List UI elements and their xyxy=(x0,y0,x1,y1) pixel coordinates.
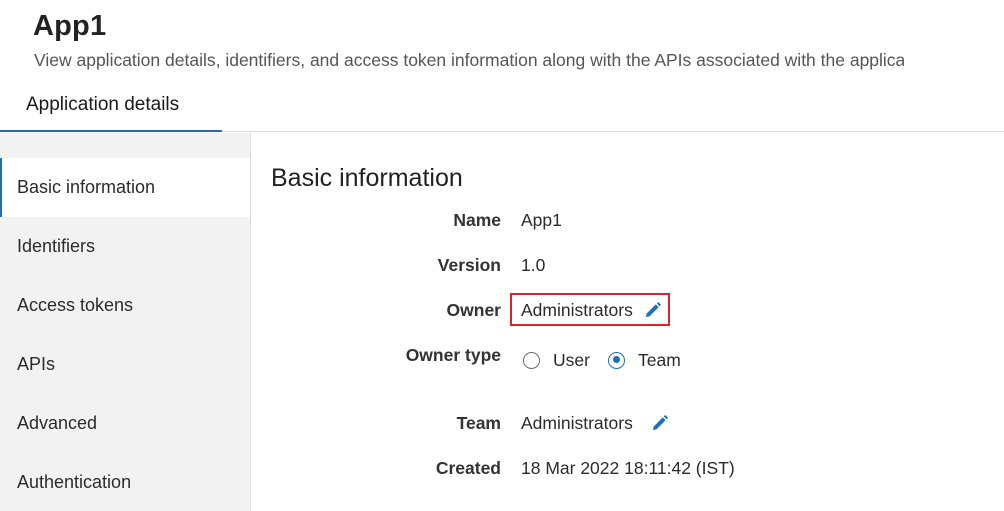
sidebar: Basic information Identifiers Access tok… xyxy=(0,133,251,511)
version-label: Version xyxy=(437,255,501,275)
team-label: Team xyxy=(456,413,501,433)
created-value: 18 Mar 2022 18:11:42 (IST) xyxy=(521,458,735,478)
section-title: Basic information xyxy=(271,164,463,192)
user-radio[interactable] xyxy=(523,351,540,369)
pencil-edit-icon[interactable] xyxy=(651,414,669,432)
owner-type-team-option[interactable]: Team xyxy=(608,345,681,375)
sidebar-item-advanced[interactable]: Advanced xyxy=(0,394,250,453)
sidebar-item-identifiers[interactable]: Identifiers xyxy=(0,217,250,276)
owner-type-label: Owner type xyxy=(405,345,501,365)
created-label: Created xyxy=(435,458,501,478)
created-row: Created 18 Mar 2022 18:11:42 (IST) xyxy=(300,453,1000,483)
owner-type-user-option[interactable]: User xyxy=(523,345,590,375)
sidebar-item-authentication[interactable]: Authentication xyxy=(0,453,250,511)
team-value: Administrators xyxy=(521,413,633,433)
owner-value: Administrators xyxy=(521,300,633,320)
name-row: Name App1 xyxy=(300,205,1000,235)
owner-label: Owner xyxy=(446,300,501,320)
app-title: App1 xyxy=(33,10,107,42)
sidebar-item-access-tokens[interactable]: Access tokens xyxy=(0,276,250,335)
tab-application-details[interactable]: Application details xyxy=(0,88,222,132)
team-radio[interactable] xyxy=(608,351,625,369)
version-value: 1.0 xyxy=(521,255,546,275)
team-radio-label: Team xyxy=(638,349,681,370)
user-radio-label: User xyxy=(553,349,590,370)
tab-bar: Application details xyxy=(0,88,1004,132)
name-label: Name xyxy=(453,210,501,230)
app-description: View application details, identifiers, a… xyxy=(34,50,904,70)
version-row: Version 1.0 xyxy=(300,250,1000,280)
pencil-edit-icon[interactable] xyxy=(644,301,662,319)
name-value: App1 xyxy=(521,210,562,230)
application-details-page: App1 View application details, identifie… xyxy=(0,0,1004,511)
team-row: Team Administrators xyxy=(300,408,1000,438)
sidebar-item-basic-information[interactable]: Basic information xyxy=(0,158,250,217)
sidebar-item-apis[interactable]: APIs xyxy=(0,335,250,394)
